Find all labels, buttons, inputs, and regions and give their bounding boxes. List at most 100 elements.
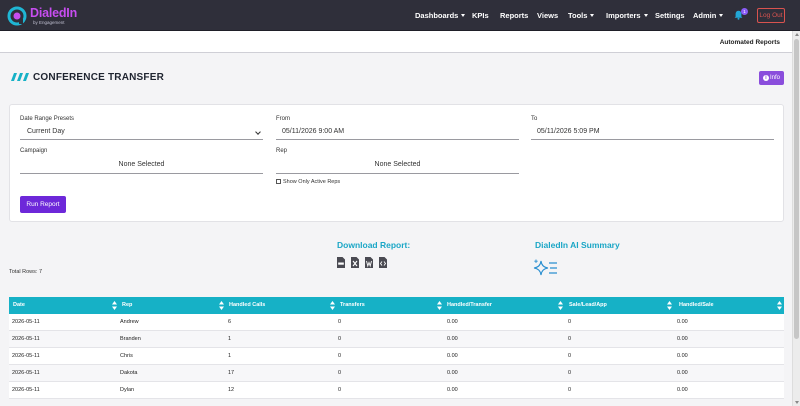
logo-mark-icon xyxy=(7,6,27,26)
chevron-down-icon xyxy=(590,14,595,17)
column-header-date[interactable]: Date xyxy=(13,297,25,314)
nav-kpis[interactable]: KPIs xyxy=(472,11,489,20)
nav-dashboards-label: Dashboards xyxy=(415,11,459,20)
to-value: 05/11/2026 5:09 PM xyxy=(537,128,600,135)
code-file-icon[interactable] xyxy=(379,257,387,268)
date-range-select[interactable]: Current Day xyxy=(20,126,263,140)
cell-transfers: 0 xyxy=(338,370,342,376)
logout-button[interactable]: Log Out xyxy=(757,8,785,23)
dialedin-logo[interactable]: DialedIn by Engagement xyxy=(7,5,77,27)
sort-icon[interactable] xyxy=(667,301,672,310)
active-reps-checkbox[interactable] xyxy=(276,179,281,184)
cell-handled-sale: 0.00 xyxy=(677,387,688,393)
cell-handled-calls: 12 xyxy=(228,387,235,393)
rep-value: None Selected xyxy=(374,161,421,168)
chevron-down-icon xyxy=(255,129,261,135)
rep-label: Rep xyxy=(276,148,288,154)
cell-handled-transfer: 0.00 xyxy=(447,370,458,376)
cell-rep: Andrew xyxy=(120,319,139,325)
column-header-handled-transfer[interactable]: Handled/Transfer xyxy=(447,297,492,314)
total-rows-count: Total Rows: 7 xyxy=(9,269,43,275)
chevron-down-icon xyxy=(719,14,724,17)
table-row: 2026-05-11 Branden 1 0 0.00 0 0.00 xyxy=(9,331,784,348)
pdf-file-icon[interactable] xyxy=(337,257,345,268)
page-scrollbar[interactable] xyxy=(792,31,800,406)
report-filters-card: Date Range Presets Current Day From 05/1… xyxy=(9,104,784,222)
logo-subtitle: by Engagement xyxy=(33,20,65,25)
cell-date: 2026-05-11 xyxy=(12,319,40,325)
sort-icon[interactable] xyxy=(219,301,224,310)
page-title: CONFERENCE TRANSFER xyxy=(33,72,165,83)
campaign-label: Campaign xyxy=(20,148,48,154)
sort-icon[interactable] xyxy=(558,301,563,310)
cell-sale-lead-app: 0 xyxy=(568,336,572,342)
info-button-label: Info xyxy=(769,75,780,81)
cell-handled-calls: 6 xyxy=(228,319,232,325)
cell-transfers: 0 xyxy=(338,353,342,359)
sparkle-summary-icon[interactable] xyxy=(533,258,558,280)
nav-settings-label: Settings xyxy=(655,11,685,20)
nav-importers-label: Importers xyxy=(606,11,641,20)
nav-views[interactable]: Views xyxy=(537,11,558,20)
column-header-rep[interactable]: Rep xyxy=(122,297,132,314)
cell-date: 2026-05-11 xyxy=(12,387,40,393)
nav-importers[interactable]: Importers xyxy=(606,11,648,20)
top-navbar: DialedIn by Engagement Dashboards KPIs R… xyxy=(0,0,800,31)
rep-select[interactable]: None Selected xyxy=(276,158,519,174)
cell-rep: Dylan xyxy=(120,387,135,393)
date-range-value: Current Day xyxy=(27,128,65,135)
sub-header: Automated Reports xyxy=(0,31,792,53)
column-header-sale-lead-app[interactable]: Sale/Lead/App xyxy=(569,297,607,314)
from-value: 05/11/2026 9:00 AM xyxy=(282,128,345,135)
nav-dashboards[interactable]: Dashboards xyxy=(415,11,466,20)
active-reps-label: Show Only Active Reps xyxy=(283,179,341,185)
sort-icon[interactable] xyxy=(112,301,117,310)
info-button[interactable]: i Info xyxy=(759,71,784,85)
cell-handled-transfer: 0.00 xyxy=(447,387,458,393)
word-file-icon[interactable] xyxy=(365,257,373,268)
date-range-label: Date Range Presets xyxy=(20,116,75,122)
cell-handled-transfer: 0.00 xyxy=(447,336,458,342)
nav-admin[interactable]: Admin xyxy=(693,11,724,20)
scroll-up-arrow-icon[interactable] xyxy=(794,33,799,36)
nav-tools[interactable]: Tools xyxy=(568,11,595,20)
table-row: 2026-05-11 Chris 1 0 0.00 0 0.00 xyxy=(9,348,784,365)
cell-sale-lead-app: 0 xyxy=(568,370,572,376)
download-report-title: Download Report: xyxy=(337,240,411,250)
column-header-handled-calls[interactable]: Handled Calls xyxy=(229,297,265,314)
automated-reports-link[interactable]: Automated Reports xyxy=(720,39,780,46)
cell-rep: Chris xyxy=(120,353,133,359)
sort-icon[interactable] xyxy=(330,301,335,310)
cell-handled-calls: 17 xyxy=(228,370,235,376)
cell-handled-transfer: 0.00 xyxy=(447,353,458,359)
info-icon: i xyxy=(762,75,769,81)
campaign-select[interactable]: None Selected xyxy=(20,158,263,174)
nav-settings[interactable]: Settings xyxy=(655,11,685,20)
scrollbar-thumb[interactable] xyxy=(794,39,799,339)
cell-date: 2026-05-11 xyxy=(12,336,40,342)
cell-date: 2026-05-11 xyxy=(12,353,40,359)
nav-reports[interactable]: Reports xyxy=(500,11,528,20)
run-report-button[interactable]: Run Report xyxy=(20,196,66,213)
cell-transfers: 0 xyxy=(338,319,342,325)
cell-handled-sale: 0.00 xyxy=(677,336,688,342)
excel-file-icon[interactable] xyxy=(351,257,359,268)
scroll-down-arrow-icon[interactable] xyxy=(794,401,799,404)
cell-transfers: 0 xyxy=(338,336,342,342)
to-datetime-input[interactable]: 05/11/2026 5:09 PM xyxy=(531,126,774,140)
from-datetime-input[interactable]: 05/11/2026 9:00 AM xyxy=(276,126,519,140)
table-header-row: Date Rep Handled Calls Transfers Handled… xyxy=(9,297,784,314)
sort-icon[interactable] xyxy=(437,301,442,310)
table-row: 2026-05-11 Dakota 17 0 0.00 0 0.00 xyxy=(9,365,784,382)
nav-admin-label: Admin xyxy=(693,11,717,20)
cell-transfers: 0 xyxy=(338,387,342,393)
chevron-down-icon xyxy=(643,14,648,17)
ai-summary-title: DialedIn AI Summary xyxy=(535,240,620,250)
cell-handled-sale: 0.00 xyxy=(677,353,688,359)
active-reps-checkbox-row[interactable]: Show Only Active Reps xyxy=(276,179,340,185)
logo-name: DialedIn xyxy=(30,6,78,20)
column-header-handled-sale[interactable]: Handled/Sale xyxy=(679,297,714,314)
sort-icon[interactable] xyxy=(777,301,782,310)
cell-rep: Dakota xyxy=(120,370,138,376)
column-header-transfers[interactable]: Transfers xyxy=(340,297,365,314)
